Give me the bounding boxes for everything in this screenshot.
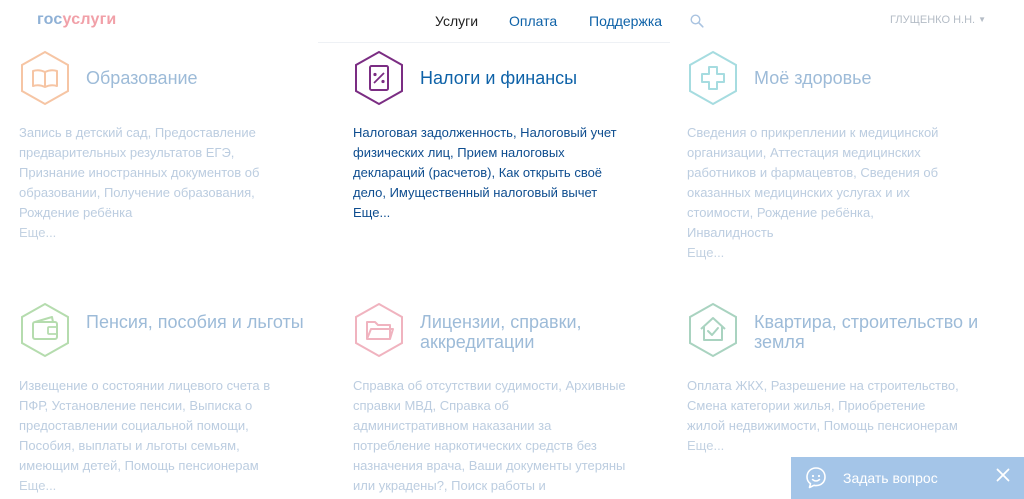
main-nav: Услуги Оплата Поддержка [318, 0, 670, 43]
category-title: Образование [86, 68, 198, 88]
more-link[interactable]: Еще... [19, 476, 294, 496]
book-icon [21, 50, 69, 106]
ask-question-label: Задать вопрос [843, 470, 938, 486]
close-icon[interactable] [996, 468, 1010, 482]
medical-cross-icon [689, 50, 737, 106]
user-name: ГЛУЩЕНКО Н.Н. [890, 14, 976, 26]
category-health[interactable]: Моё здоровье Сведения о прикреплении к м… [687, 50, 987, 265]
nav-payment[interactable]: Оплата [509, 13, 557, 29]
category-title: Моё здоровье [754, 68, 872, 88]
category-description: Запись в детский сад, Предоставление пре… [19, 123, 294, 243]
category-education[interactable]: Образование Запись в детский сад, Предос… [19, 50, 319, 250]
chevron-down-icon: ▼ [978, 15, 986, 24]
nav-support[interactable]: Поддержка [589, 13, 662, 29]
category-title: Квартира, строительство и земля [754, 312, 979, 352]
wallet-icon [21, 302, 69, 358]
more-link[interactable]: Еще... [353, 203, 628, 223]
category-title: Пенсия, пособия и льготы [86, 312, 304, 332]
more-link[interactable]: Еще... [687, 243, 962, 263]
category-description: Справка об отсутствии судимости, Архивны… [353, 378, 626, 493]
folder-icon [355, 302, 403, 358]
search-icon[interactable] [690, 14, 704, 28]
category-description: Извещение о состоянии лицевого счета в П… [19, 376, 294, 496]
category-description: Сведения о прикреплении к медицинской ор… [687, 123, 962, 263]
category-licenses-certificates[interactable]: Лицензии, справки, аккредитации Справка … [353, 302, 653, 499]
more-link[interactable]: Еще... [687, 436, 962, 456]
category-description: Оплата ЖКХ, Разрешение на строительство,… [687, 376, 962, 456]
logo-part-gos: гос [37, 11, 63, 28]
category-title: Налоги и финансы [420, 68, 578, 88]
more-link[interactable]: Еще... [19, 223, 294, 243]
category-description: Налоговая задолженность, Налоговый учет … [353, 123, 628, 223]
gosuslugi-logo[interactable]: госуслуги [37, 11, 116, 29]
tax-document-icon [355, 50, 403, 106]
logo-part-uslugi: услуги [62, 11, 117, 28]
chat-face-icon [806, 467, 826, 489]
category-taxes-finance[interactable]: Налоги и финансы Налоговая задолженность… [353, 50, 653, 250]
house-check-icon [689, 302, 737, 358]
category-pension-benefits[interactable]: Пенсия, пособия и льготы Извещение о сос… [19, 302, 319, 499]
nav-services[interactable]: Услуги [435, 13, 478, 29]
user-menu[interactable]: ГЛУЩЕНКО Н.Н. ▼ [890, 14, 986, 26]
ask-question-widget[interactable]: Задать вопрос [791, 457, 1024, 499]
header: госуслуги Услуги Оплата Поддержка ГЛУЩЕН… [0, 0, 1024, 43]
category-title: Лицензии, справки, аккредитации [420, 312, 582, 352]
